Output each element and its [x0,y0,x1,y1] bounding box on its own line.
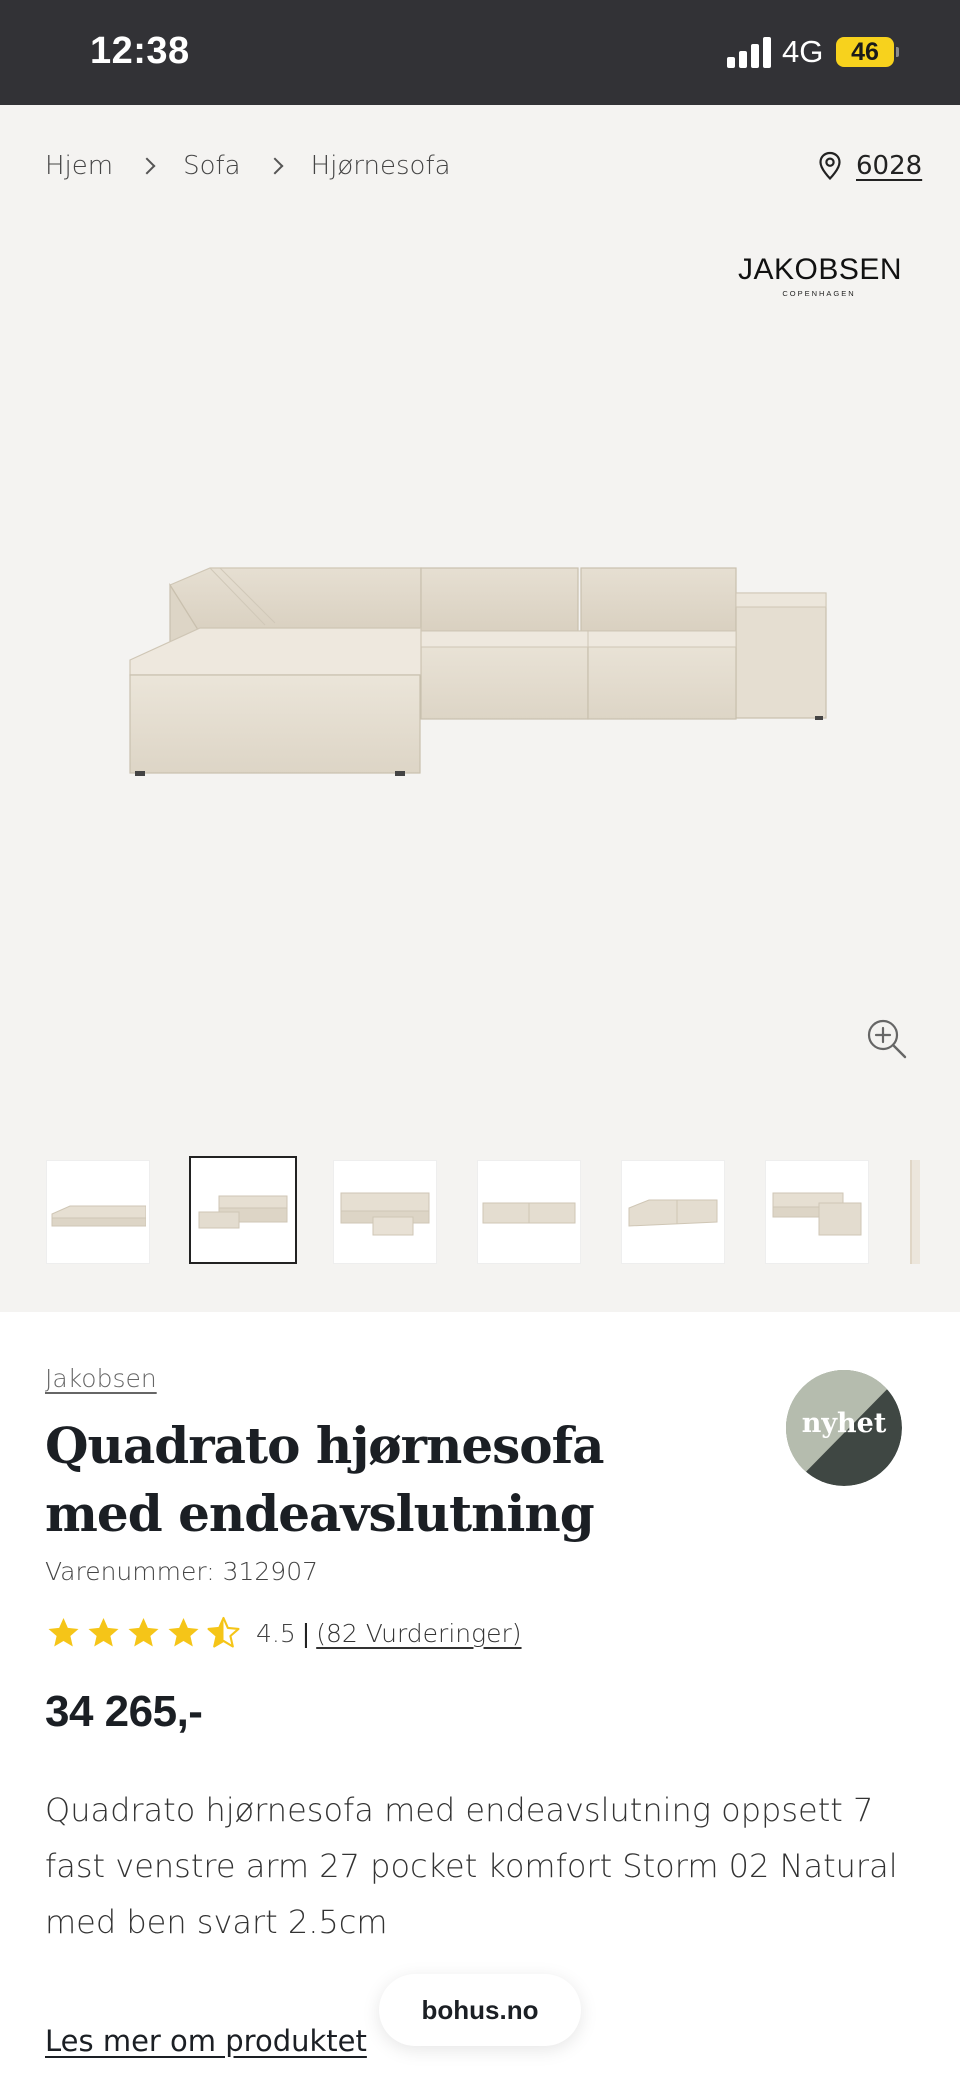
thumbnail[interactable] [46,1160,150,1264]
brand-logo-tagline: COPENHAGEN [782,289,856,298]
product-rating[interactable]: 4.5 | (82 Vurderinger) [45,1615,522,1651]
network-label: 4G [782,34,824,69]
store-number[interactable]: 6028 [856,151,922,181]
breadcrumb: Hjem Sofa Hjørnesofa [45,151,451,181]
product-main-image[interactable] [125,545,835,815]
chevron-right-icon [138,157,156,175]
product-sku: Varenummer: 312907 [45,1557,319,1586]
site-url-pill[interactable]: bohus.no [379,1974,581,2046]
star-icon [48,1618,79,1647]
read-more-link[interactable]: Les mer om produktet [45,2024,367,2058]
brand-link[interactable]: Jakobsen [45,1364,157,1393]
rating-value: 4.5 [256,1618,296,1648]
battery-tip [896,47,899,57]
product-info: Jakobsen nyhet Quadrato hjørnesofa med e… [0,1312,960,2077]
thumbnail[interactable] [333,1160,437,1264]
thumbnail-partial[interactable] [910,1160,920,1264]
thumbnail[interactable] [621,1160,725,1264]
product-description: Quadrato hjørnesofa med endeavslutning o… [45,1791,898,1941]
rating-divider: | [301,1618,311,1648]
rating-stars [45,1615,242,1651]
zoom-in-icon[interactable] [866,1018,908,1060]
chevron-right-icon [266,157,284,175]
product-gallery: Hjem Sofa Hjørnesofa 6028 JAKOBSEN COPEN… [0,105,960,1312]
breadcrumb-corner-sofa[interactable]: Hjørnesofa [311,151,451,181]
star-icon [168,1618,199,1647]
location-pin-icon [819,151,841,181]
battery-icon: 46 [836,37,894,67]
reviews-link[interactable]: (82 Vurderinger) [316,1619,521,1648]
breadcrumb-sofa[interactable]: Sofa [183,151,241,181]
thumbnail-strip [46,1156,960,1264]
half-star-icon [207,1616,240,1648]
brand-logo: JAKOBSEN COPENHAGEN [738,253,903,298]
new-badge: nyhet [786,1370,902,1486]
brand-logo-name: JAKOBSEN [738,253,903,286]
store-selector[interactable]: 6028 [818,151,922,181]
signal-icon [727,36,773,68]
thumbnail[interactable] [765,1160,869,1264]
product-price: 34 265,- [45,1687,203,1736]
breadcrumb-home[interactable]: Hjem [45,151,113,181]
star-icon [88,1618,119,1647]
product-title: Quadrato hjørnesofa med endeavslutning [45,1416,605,1543]
star-icon [128,1618,159,1647]
thumbnail-active[interactable] [189,1156,297,1264]
status-time: 12:38 [90,30,190,72]
new-badge-label: nyhet [802,1408,887,1439]
thumbnail[interactable] [477,1160,581,1264]
status-bar: 12:38 4G 46 [0,0,960,105]
